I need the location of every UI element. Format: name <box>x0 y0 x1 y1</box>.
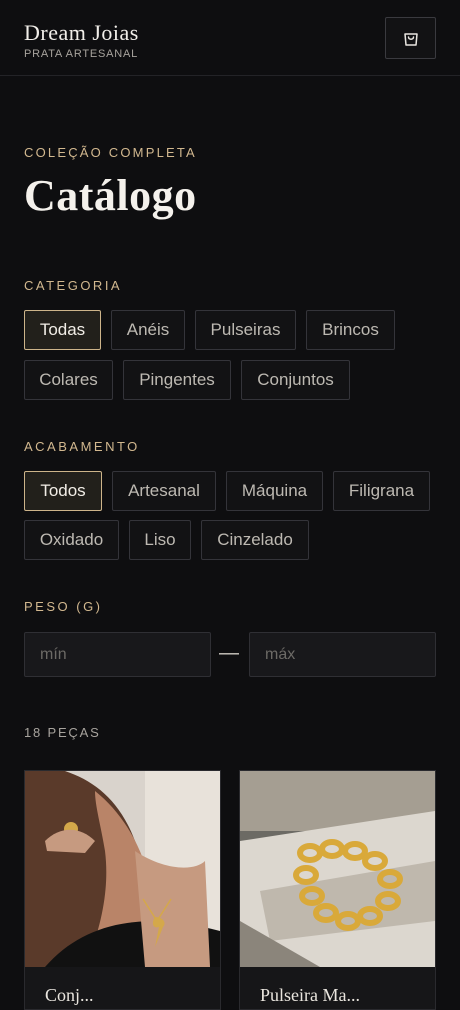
chip-finish-maquina[interactable]: Máquina <box>226 471 323 511</box>
app-header: Dream Joias PRATA ARTESANAL <box>0 0 460 76</box>
weight-filter-label: PESO (G) <box>24 599 103 614</box>
product-image <box>240 771 435 967</box>
weight-range-separator: — <box>219 642 239 664</box>
chip-category-todas[interactable]: Todas <box>24 310 101 350</box>
product-title: Conj... <box>45 985 94 1005</box>
section-eyebrow: COLEÇÃO COMPLETA <box>24 145 197 160</box>
chip-finish-todos[interactable]: Todos <box>24 471 102 511</box>
finish-filter-label: ACABAMENTO <box>24 439 140 454</box>
category-filter-label: CATEGORIA <box>24 278 123 293</box>
product-image <box>25 771 220 967</box>
chip-finish-artesanal[interactable]: Artesanal <box>112 471 216 511</box>
chip-category-aneis[interactable]: Anéis <box>111 310 185 350</box>
chip-category-pulseiras[interactable]: Pulseiras <box>195 310 296 350</box>
shopping-bag-icon <box>403 33 418 46</box>
brand-name: Dream Joias <box>24 20 139 45</box>
chip-category-pingentes[interactable]: Pingentes <box>123 360 231 400</box>
brand-tagline: PRATA ARTESANAL <box>24 48 139 60</box>
weight-max-input[interactable]: máx <box>249 632 436 677</box>
product-card[interactable]: Conj... <box>24 770 221 1010</box>
product-card[interactable]: Pulseira Ma... <box>239 770 436 1010</box>
chip-finish-oxidado[interactable]: Oxidado <box>24 520 119 560</box>
brand[interactable]: Dream Joias PRATA ARTESANAL <box>24 20 139 60</box>
results-count: 18 PEÇAS <box>24 725 101 740</box>
chip-category-conjuntos[interactable]: Conjuntos <box>241 360 350 400</box>
chip-category-brincos[interactable]: Brincos <box>306 310 395 350</box>
weight-min-input[interactable]: mín <box>24 632 211 677</box>
page-title: Catálogo <box>24 171 197 220</box>
chip-finish-cinzelado[interactable]: Cinzelado <box>201 520 309 560</box>
cart-button[interactable] <box>385 17 436 59</box>
product-title: Pulseira Ma... <box>260 985 360 1005</box>
chip-category-colares[interactable]: Colares <box>24 360 113 400</box>
chip-finish-liso[interactable]: Liso <box>129 520 191 560</box>
chip-finish-filigrana[interactable]: Filigrana <box>333 471 430 511</box>
